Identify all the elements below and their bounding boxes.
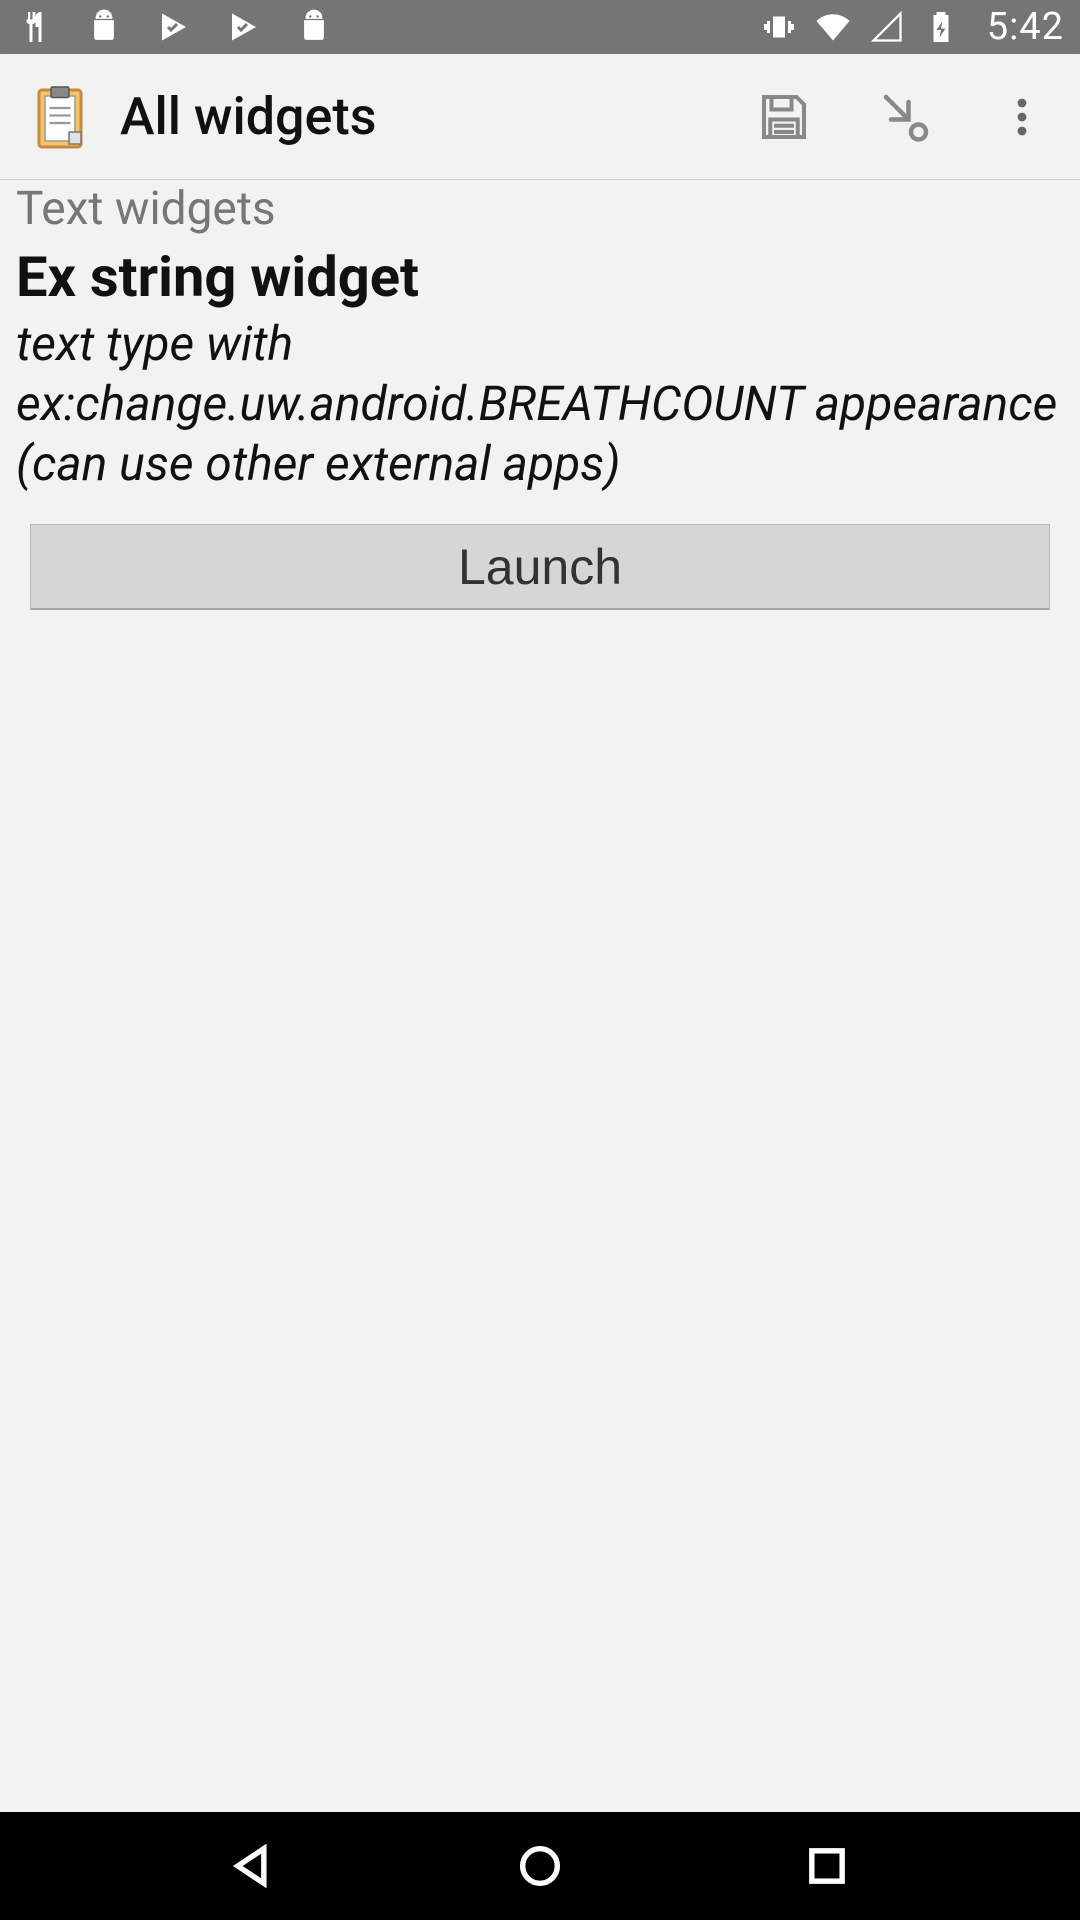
status-time: 5:42 — [987, 5, 1064, 49]
status-right-icons: 5:42 — [761, 5, 1064, 49]
cell-empty-icon — [869, 9, 905, 45]
header-actions — [754, 87, 1064, 147]
wifi-full-icon — [815, 9, 851, 45]
battery-charging-icon — [923, 9, 959, 45]
recent-icon[interactable] — [801, 1840, 853, 1892]
goto-icon[interactable] — [876, 87, 936, 147]
play-check-icon — [156, 9, 192, 45]
widget-description: text type with ex:change.uw.android.BREA… — [16, 314, 1064, 494]
bugdroid-icon-2 — [296, 9, 332, 45]
fork-knife-icon — [16, 9, 52, 45]
clipboard-icon — [24, 81, 96, 153]
bugdroid-icon — [86, 9, 122, 45]
section-label: Text widgets — [16, 182, 1064, 236]
app-header: All widgets — [0, 54, 1080, 180]
system-nav-bar — [0, 1812, 1080, 1920]
page-title: All widgets — [120, 86, 376, 147]
widget-title: Ex string widget — [16, 244, 1064, 310]
main-content: Text widgets Ex string widget text type … — [0, 180, 1080, 1812]
launch-button[interactable]: Launch — [30, 524, 1050, 610]
status-bar: 5:42 — [0, 0, 1080, 54]
home-icon[interactable] — [514, 1840, 566, 1892]
vibrate-icon — [761, 9, 797, 45]
status-left-icons — [16, 9, 332, 45]
overflow-menu-icon[interactable] — [998, 93, 1046, 141]
back-icon[interactable] — [227, 1840, 279, 1892]
save-icon[interactable] — [754, 87, 814, 147]
play-check-icon-2 — [226, 9, 262, 45]
